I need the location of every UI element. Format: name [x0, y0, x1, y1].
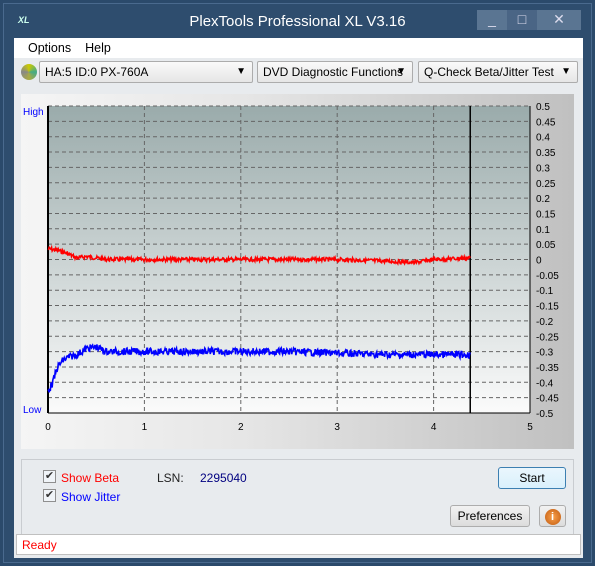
- y-tick-label: -0.35: [536, 363, 559, 374]
- client-area: HA:5 ID:0 PX-760A ▼ DVD Diagnostic Functi…: [14, 58, 583, 558]
- x-tick-label: 4: [431, 422, 437, 433]
- chevron-down-icon: ▼: [236, 66, 246, 77]
- y-tick-label: 0.4: [536, 133, 550, 144]
- function-select[interactable]: DVD Diagnostic Functions ▼: [257, 61, 413, 83]
- controls-group: ✔ Show Beta ✔ Show Jitter LSN: 2295040 S…: [21, 459, 574, 540]
- y-tick-label: 0.35: [536, 148, 556, 159]
- y-tick-label: 0: [536, 256, 542, 267]
- y-tick-label: -0.45: [536, 394, 559, 405]
- y-tick-label: -0.2: [536, 317, 554, 328]
- show-beta-label: Show Beta: [61, 471, 120, 485]
- info-button[interactable]: i: [539, 505, 566, 527]
- preferences-button[interactable]: Preferences: [450, 505, 530, 527]
- chart-panel: 0.5 0.45 0.4 0.35 0.3 0.25 0.2 0.15 0.1 0.05 0 -0.0…: [21, 94, 574, 449]
- y-tick-label: -0.3: [536, 348, 554, 359]
- y-tick-label: 0.05: [536, 240, 556, 251]
- x-tick-label: 0: [45, 422, 51, 433]
- status-bar: Ready: [16, 534, 581, 555]
- menu-help[interactable]: Help: [85, 38, 111, 58]
- y-tick-label: -0.1: [536, 286, 554, 297]
- function-select-value: DVD Diagnostic Functions: [263, 65, 404, 79]
- menu-bar: Options Help: [14, 38, 583, 58]
- x-tick-label: 1: [142, 422, 148, 433]
- beta-jitter-chart: 0.5 0.45 0.4 0.35 0.3 0.25 0.2 0.15 0.1 0.05 0 -0.0…: [23, 102, 559, 433]
- y-tick-label: 0.1: [536, 225, 550, 236]
- minimize-button[interactable]: _: [477, 10, 507, 30]
- chevron-down-icon: ▼: [561, 66, 571, 77]
- start-button[interactable]: Start: [498, 467, 566, 489]
- main-window: XL PlexTools Professional XL V3.16 _ □ ✕…: [3, 3, 592, 563]
- x-tick-label: 5: [527, 422, 533, 433]
- chevron-down-icon: ▼: [396, 66, 406, 77]
- x-tick-label: 3: [334, 422, 340, 433]
- show-jitter-label: Show Jitter: [61, 490, 121, 504]
- maximize-button[interactable]: □: [507, 10, 537, 30]
- drive-select-value: HA:5 ID:0 PX-760A: [45, 65, 149, 79]
- y-tick-label: 0.25: [536, 179, 556, 190]
- y-tick-label: -0.25: [536, 332, 559, 343]
- y-tick-label: 0.5: [536, 102, 550, 113]
- y-tick-label: -0.4: [536, 378, 554, 389]
- y-tick-label: 0.15: [536, 209, 556, 220]
- y-tick-label: 0.45: [536, 117, 556, 128]
- show-beta-checkbox[interactable]: ✔: [43, 470, 56, 483]
- lsn-label: LSN:: [157, 471, 184, 485]
- menu-options[interactable]: Options: [28, 38, 71, 58]
- high-label: High: [23, 107, 44, 118]
- y-tick-label: 0.2: [536, 194, 550, 205]
- y-tick-label: 0.3: [536, 163, 550, 174]
- low-label: Low: [23, 405, 42, 416]
- test-select-value: Q-Check Beta/Jitter Test: [424, 65, 554, 79]
- show-jitter-checkbox[interactable]: ✔: [43, 489, 56, 502]
- lsn-value: 2295040: [200, 471, 247, 485]
- info-icon: i: [544, 509, 561, 525]
- x-tick-label: 2: [238, 422, 244, 433]
- drive-select[interactable]: HA:5 ID:0 PX-760A ▼: [39, 61, 253, 83]
- test-select[interactable]: Q-Check Beta/Jitter Test ▼: [418, 61, 578, 83]
- y-tick-label: -0.5: [536, 409, 554, 420]
- disc-icon: [21, 64, 37, 80]
- close-button[interactable]: ✕: [537, 10, 581, 30]
- y-tick-label: -0.15: [536, 302, 559, 313]
- y-tick-label: -0.05: [536, 271, 559, 282]
